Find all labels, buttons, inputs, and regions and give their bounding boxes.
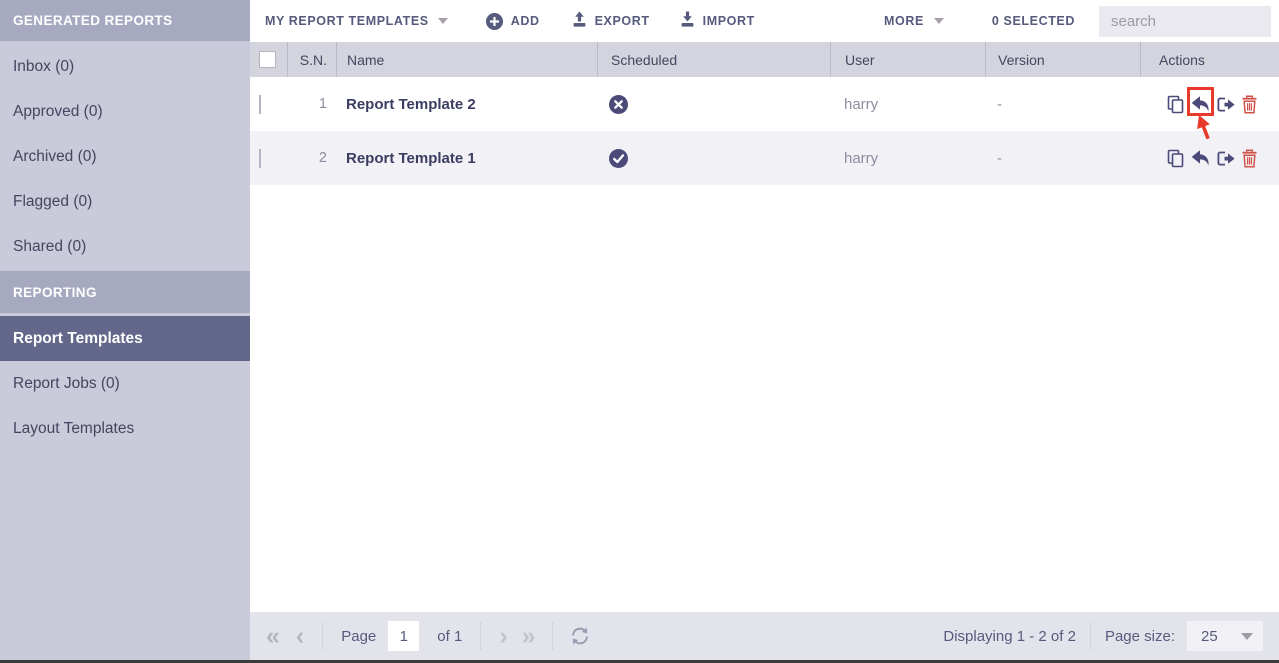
row-user: harry [844, 95, 879, 113]
sidebar-item-flagged[interactable]: Flagged (0) [0, 179, 250, 224]
column-header-actions: Actions [1140, 42, 1279, 77]
more-menu[interactable]: MORE [884, 14, 944, 28]
last-page-button[interactable]: » [522, 623, 536, 649]
row-checkbox[interactable] [259, 94, 261, 114]
table-body: 1 Report Template 2 harry - 2 Report Tem… [250, 77, 1279, 185]
annotation-highlight-box [1187, 87, 1214, 116]
select-all-checkbox[interactable] [259, 51, 276, 68]
row-user: harry [844, 149, 879, 167]
export-button[interactable]: EXPORT [571, 11, 650, 31]
export-icon [571, 11, 588, 31]
sidebar-item-approved[interactable]: Approved (0) [0, 89, 250, 134]
column-header-sn: S.N. [287, 42, 336, 77]
row-checkbox[interactable] [259, 148, 261, 168]
page-label: Page [341, 627, 377, 645]
sidebar-item-report-templates[interactable]: Report Templates [0, 316, 250, 361]
add-button-label: ADD [510, 14, 540, 28]
sidebar-section-generated-reports: GENERATED REPORTS [0, 0, 250, 41]
copy-icon[interactable] [1166, 95, 1185, 114]
first-page-button[interactable]: « [266, 623, 280, 649]
scheduled-check-icon [609, 148, 628, 168]
next-page-button[interactable]: › [499, 623, 507, 649]
displaying-status: Displaying 1 - 2 of 2 [943, 627, 1076, 645]
import-button[interactable]: IMPORT [679, 11, 755, 31]
import-icon [679, 11, 696, 31]
page-size-select[interactable]: 25 [1187, 621, 1263, 651]
chevron-down-icon [437, 18, 448, 24]
prev-page-button[interactable]: ‹ [296, 623, 304, 649]
export-row-icon[interactable] [1216, 149, 1236, 168]
column-header-scheduled: Scheduled [597, 42, 830, 77]
sidebar-item-inbox[interactable]: Inbox (0) [0, 44, 250, 89]
table-row: 2 Report Template 1 harry - [250, 131, 1279, 185]
column-header-name: Name [336, 42, 597, 77]
table-row: 1 Report Template 2 harry - [250, 77, 1279, 131]
search-input[interactable] [1099, 5, 1271, 37]
row-sn: 2 [318, 150, 327, 166]
report-templates-menu-label: MY REPORT TEMPLATES [265, 14, 429, 28]
row-name-link[interactable]: Report Template 2 [336, 96, 597, 113]
sidebar-item-report-jobs[interactable]: Report Jobs (0) [0, 361, 250, 406]
column-header-user: User [830, 42, 985, 77]
sidebar-item-layout-templates[interactable]: Layout Templates [0, 406, 250, 451]
revert-icon[interactable] [1190, 149, 1211, 167]
add-button[interactable]: ADD [485, 12, 540, 30]
row-name-link[interactable]: Report Template 1 [336, 150, 597, 167]
toolbar: MY REPORT TEMPLATES ADD EXPORT IMPORT MO… [250, 0, 1279, 42]
report-templates-menu[interactable]: MY REPORT TEMPLATES [265, 14, 448, 28]
export-row-icon[interactable] [1216, 95, 1236, 114]
row-version: - [997, 149, 1002, 167]
page-of-label: of 1 [437, 627, 463, 645]
sidebar-section-reporting: REPORTING [0, 271, 250, 313]
sidebar-item-shared[interactable]: Shared (0) [0, 224, 250, 269]
not-scheduled-x-icon [609, 94, 628, 114]
delete-icon[interactable] [1241, 148, 1258, 168]
plus-circle-icon [485, 12, 503, 30]
delete-icon[interactable] [1241, 94, 1258, 114]
row-version: - [997, 95, 1002, 113]
export-button-label: EXPORT [594, 14, 650, 28]
pagination-bar: « ‹ Page of 1 › » Displaying 1 - 2 of 2 … [250, 612, 1279, 660]
chevron-down-icon [1241, 632, 1253, 640]
copy-icon[interactable] [1166, 149, 1185, 168]
column-header-version: Version [985, 42, 1140, 77]
refresh-icon[interactable] [569, 626, 591, 646]
page-size-label: Page size: [1104, 627, 1175, 645]
page-size-value: 25 [1201, 627, 1218, 645]
selected-count: 0 SELECTED [991, 14, 1075, 28]
more-menu-label: MORE [883, 14, 924, 28]
table-header: S.N. Name Scheduled User Version Actions [250, 42, 1279, 77]
page-number-input[interactable] [388, 621, 420, 651]
sidebar-item-archived[interactable]: Archived (0) [0, 134, 250, 179]
app-window: GENERATED REPORTS Inbox (0) Approved (0)… [0, 0, 1279, 663]
row-sn: 1 [318, 96, 327, 112]
sidebar: GENERATED REPORTS Inbox (0) Approved (0)… [0, 0, 250, 663]
import-button-label: IMPORT [702, 14, 755, 28]
chevron-down-icon [933, 18, 944, 24]
